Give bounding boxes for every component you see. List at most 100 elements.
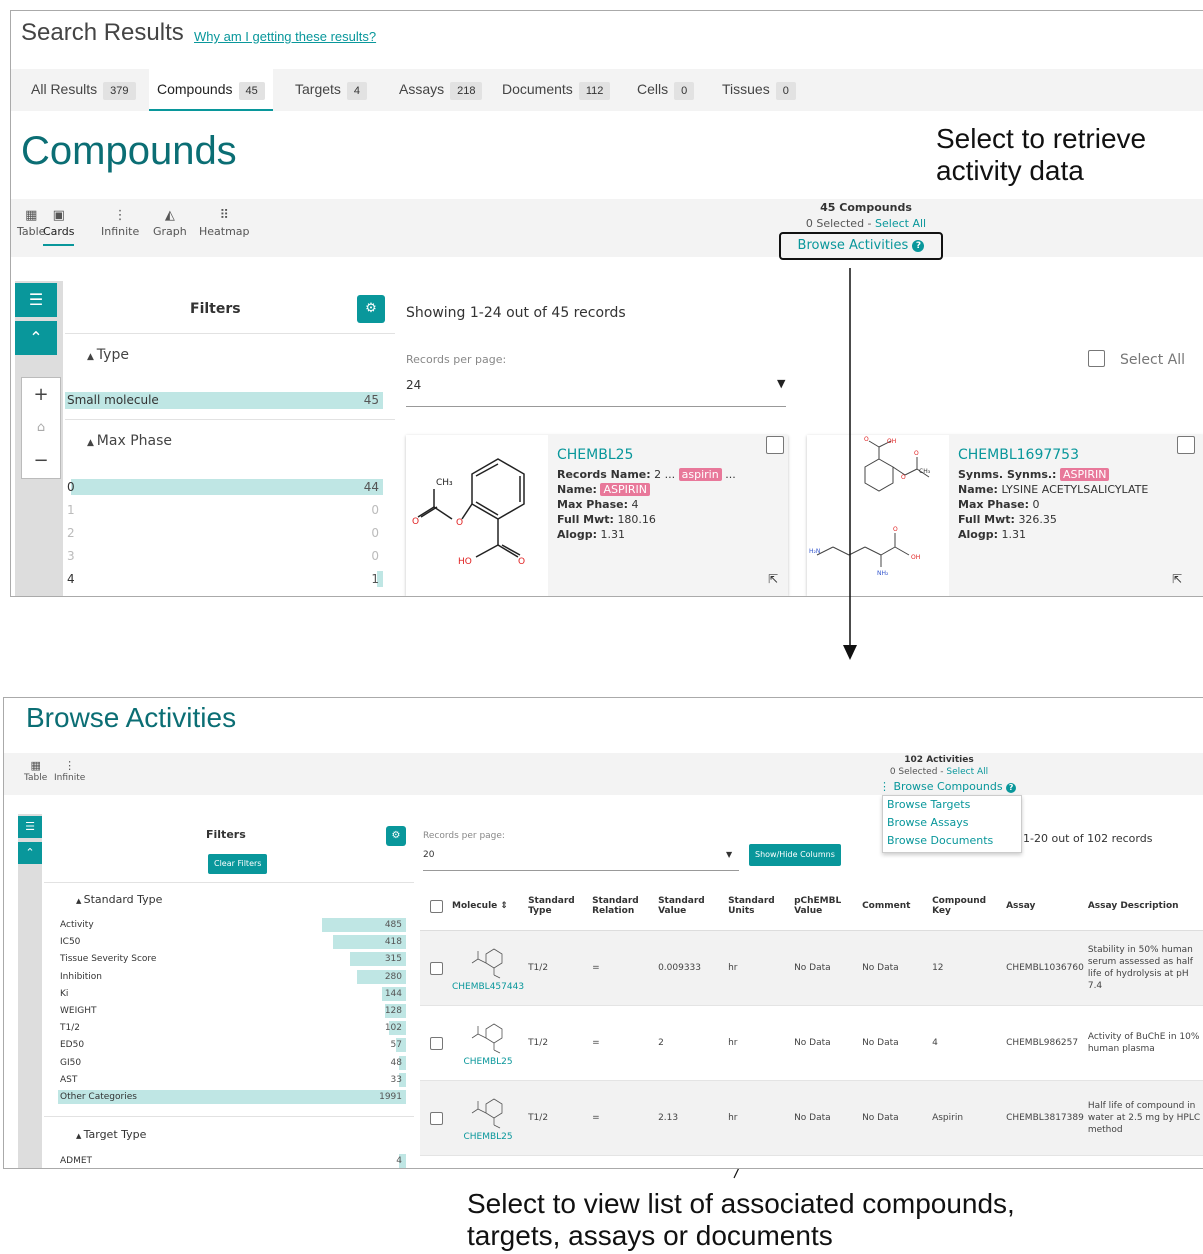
browse-activities-screenshot-panel: Browse Activities ▦ Table ⋮ Infinite 102 A… <box>3 697 1203 1169</box>
cell-comment: No Data <box>860 1005 931 1081</box>
cell-assay[interactable]: CHEMBL986257 <box>1004 1005 1086 1081</box>
filter-label: Other Categories <box>60 1092 137 1102</box>
filter-count: 33 <box>390 1074 402 1085</box>
filter-row[interactable]: Ki 144 <box>58 987 406 1001</box>
arrow-down-head <box>843 645 857 660</box>
column-header[interactable]: Standard Type <box>526 882 591 931</box>
cell-type: T1/2 <box>526 1005 591 1081</box>
menu-item-browse-assays[interactable]: Browse Assays <box>883 814 1021 832</box>
column-header[interactable]: Assay Description <box>1085 882 1203 931</box>
cell-assay[interactable]: CHEMBL3817389 <box>1004 1080 1086 1156</box>
column-header[interactable]: Standard Relation <box>590 882 657 931</box>
row-checkbox-cell <box>420 1080 450 1156</box>
checkbox-icon[interactable] <box>430 1036 443 1050</box>
show-hide-columns-button[interactable]: Show/Hide Columns <box>749 844 841 866</box>
cell-comment: No Data <box>860 1080 931 1156</box>
cell-pchembl: No Data <box>792 930 861 1006</box>
column-header[interactable]: Compound Key <box>930 882 1005 931</box>
view-table-button[interactable]: ▦ Table <box>24 759 47 783</box>
checkbox-icon[interactable] <box>430 1111 443 1125</box>
cell-pchembl: No Data <box>792 1005 861 1081</box>
filter-count: 128 <box>384 1006 402 1016</box>
selection-status: 0 Selected - Select All <box>874 767 1004 777</box>
filter-label: Ki <box>60 988 69 999</box>
menu-item-browse-documents[interactable]: Browse Documents <box>883 832 1021 850</box>
molecule-id-link[interactable]: CHEMBL25 <box>452 1057 524 1067</box>
filter-row[interactable]: ADMET 4 <box>58 1154 406 1168</box>
annotation-line: targets, assays or documents <box>467 1220 833 1251</box>
filter-row[interactable]: Tissue Severity Score 315 <box>58 952 406 966</box>
help-icon: ? <box>1006 783 1017 793</box>
select-all-link[interactable]: Select All <box>946 767 988 777</box>
filter-label: T1/2 <box>60 1023 80 1034</box>
filter-row[interactable]: Other Categories 1991 <box>58 1090 406 1104</box>
filter-label: Activity <box>60 920 94 930</box>
filter-count: 4 <box>396 1156 402 1166</box>
records-per-page-select[interactable]: 20 <box>423 850 434 860</box>
molecule-id-link[interactable]: CHEMBL457443 <box>452 982 524 992</box>
view-infinite-button[interactable]: ⋮ Infinite <box>54 759 85 783</box>
molecule-cell: CHEMBL457443 <box>450 930 527 1006</box>
menu-item-browse-targets[interactable]: Browse Targets <box>883 796 1021 814</box>
target-type-section-header[interactable]: ▲ Target Type <box>76 1128 146 1141</box>
filter-count: 280 <box>384 971 402 982</box>
filters-title: Filters <box>206 828 246 841</box>
filter-label: Tissue Severity Score <box>60 954 157 965</box>
filter-row[interactable]: GI50 48 <box>58 1056 406 1070</box>
cell-assay[interactable]: CHEMBL1036760 <box>1004 930 1086 1006</box>
molecule-thumbnail <box>471 1023 503 1053</box>
molecule-id-link[interactable]: CHEMBL25 <box>452 1132 524 1142</box>
table-row[interactable]: CHEMBL25 T1/2 = 2.13 hr No Data No Data Aspirin… <box>420 1080 1203 1156</box>
filter-sidebar-tools: ☰ ⌃ <box>18 814 42 1168</box>
cell-comment: No Data <box>860 930 931 1006</box>
gear-icon[interactable]: ⚙ <box>386 826 406 846</box>
column-header[interactable]: Comment <box>860 882 931 931</box>
column-header[interactable]: Standard Units <box>726 882 793 931</box>
standard-type-section-header[interactable]: ▲ Standard Type <box>76 893 162 906</box>
table-row[interactable]: CHEMBL25 T1/2 = 2 hr No Data No Data 4 CHEMBL986… <box>420 1005 1203 1081</box>
caret-up-icon: ▲ <box>76 897 84 905</box>
filter-row[interactable]: IC50 418 <box>58 935 406 949</box>
infinite-icon: ⋮ <box>64 759 76 772</box>
molecule-thumbnail <box>471 948 503 978</box>
row-checkbox-cell <box>420 930 450 1006</box>
filter-row[interactable]: ED50 57 <box>58 1038 406 1052</box>
column-header[interactable]: Molecule ⇕ <box>450 882 527 931</box>
filter-row[interactable]: Inhibition 280 <box>58 970 406 984</box>
annotation-line: Select to view list of associated compou… <box>467 1188 1015 1219</box>
cell-key: 4 <box>930 1005 1005 1081</box>
filters-panel: Filters ⚙ Clear Filters ▲ Standard Type … <box>44 814 414 1168</box>
filter-label: IC50 <box>60 937 81 948</box>
column-label: pChEMBL Value <box>794 896 842 916</box>
filter-label: Inhibition <box>60 971 103 982</box>
filter-label: ADMET <box>60 1156 93 1166</box>
filter-row[interactable]: Activity 485 <box>58 918 406 932</box>
chevron-up-icon[interactable]: ⌃ <box>18 842 42 864</box>
cell-pchembl: No Data <box>792 1080 861 1156</box>
column-header[interactable]: pChEMBL Value <box>792 882 861 931</box>
select-underline <box>423 870 739 871</box>
column-label: Standard Type <box>528 896 575 916</box>
checkbox-icon[interactable] <box>430 899 443 913</box>
cell-units: hr <box>726 930 793 1006</box>
cell-type: T1/2 <box>526 930 591 1006</box>
cell-type: T1/2 <box>526 1080 591 1156</box>
row-checkbox-cell <box>420 1005 450 1081</box>
column-header[interactable]: Assay <box>1004 882 1086 931</box>
filter-row[interactable]: AST 33 <box>58 1073 406 1087</box>
filter-label: WEIGHT <box>60 1006 97 1016</box>
table-row[interactable]: CHEMBL457443 T1/2 = 0.009333 hr No Data No Dat… <box>420 930 1203 1006</box>
filter-row[interactable]: T1/2 102 <box>58 1021 406 1035</box>
clear-filters-button[interactable]: Clear Filters <box>208 854 268 874</box>
column-header[interactable]: Standard Value <box>656 882 727 931</box>
section-label: Standard Type <box>83 893 163 906</box>
cell-units: hr <box>726 1005 793 1081</box>
activities-table-body: CHEMBL457443 T1/2 = 0.009333 hr No Data No Dat… <box>420 930 1203 1156</box>
sliders-icon[interactable]: ☰ <box>18 816 42 838</box>
filter-row[interactable]: WEIGHT 128 <box>58 1004 406 1018</box>
caret-down-icon[interactable]: ▼ <box>726 850 732 859</box>
checkbox-icon[interactable] <box>430 961 443 975</box>
browse-compounds-button[interactable]: ⋮ Browse Compounds ? <box>879 780 1017 793</box>
sort-icon: ⇕ <box>500 901 508 911</box>
cell-key: 12 <box>930 930 1005 1006</box>
